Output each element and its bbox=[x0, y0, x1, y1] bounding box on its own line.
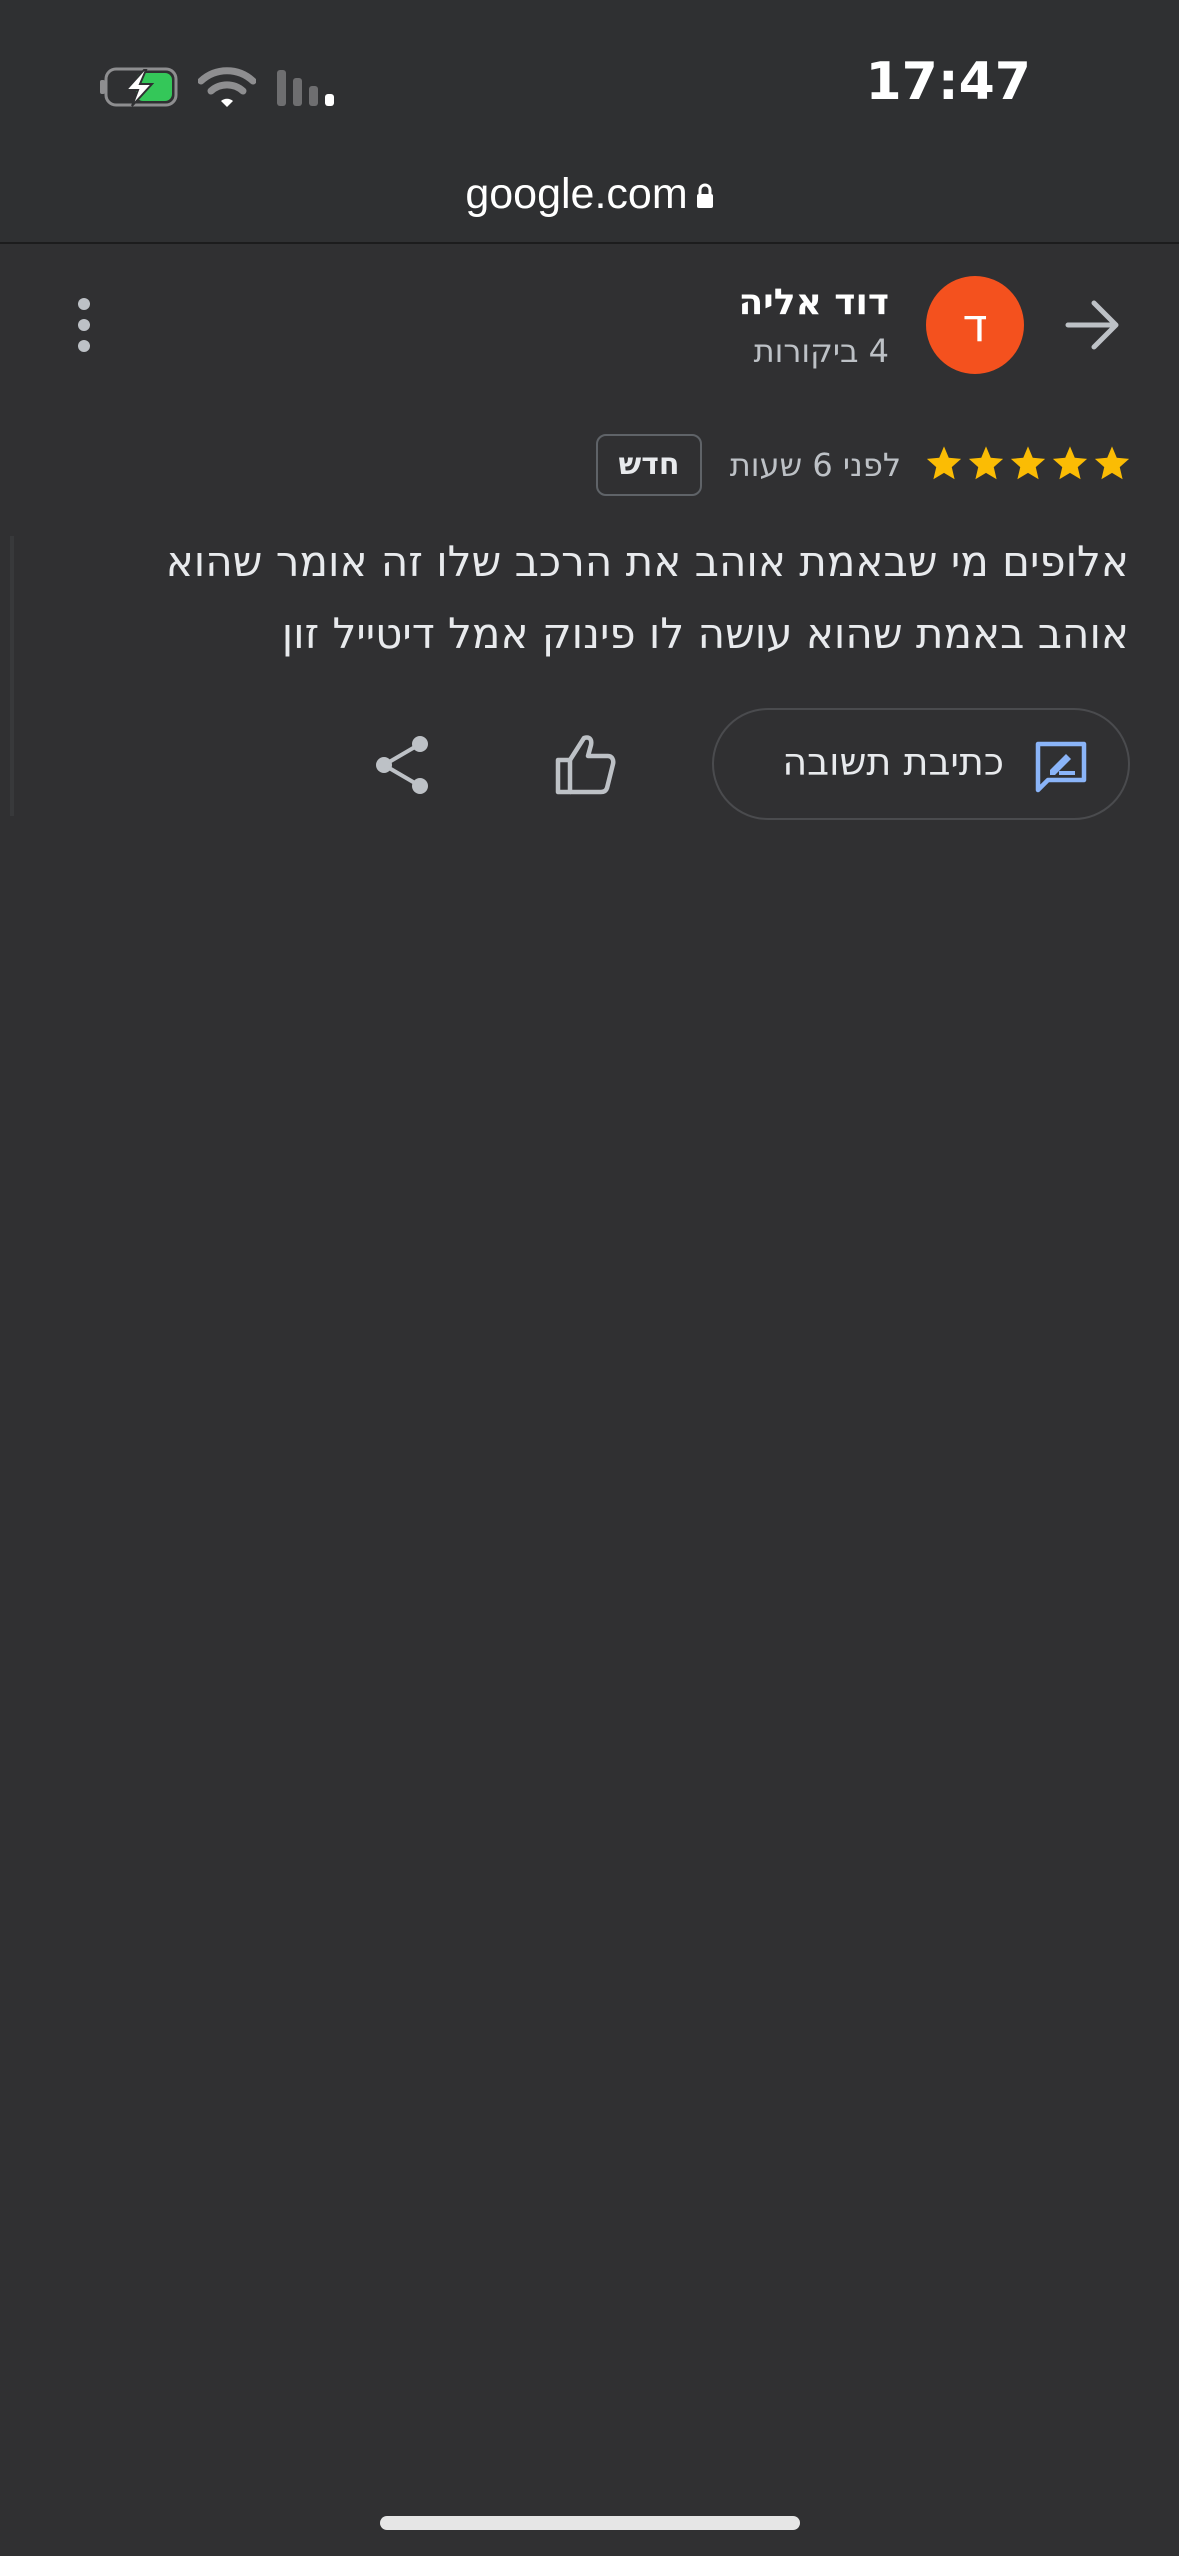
rating-row: לפני 6 שעות חדש bbox=[0, 432, 1179, 502]
address-bar[interactable]: google.com bbox=[0, 160, 1179, 244]
lock-icon bbox=[696, 183, 713, 208]
review-text: אלופים מי שבאמת אוהב את הרכב שלו זה אומר… bbox=[165, 537, 1129, 658]
status-bar: 17:47 bbox=[0, 0, 1179, 160]
write-reply-button[interactable]: כתיבת תשובה bbox=[712, 708, 1130, 820]
status-time: 17:47 bbox=[865, 52, 1031, 112]
star-icon bbox=[1094, 446, 1130, 480]
wifi-icon bbox=[198, 67, 256, 107]
arrow-forward-icon[interactable] bbox=[1064, 300, 1122, 350]
new-badge: חדש bbox=[596, 434, 702, 496]
review-actions: כתיבת תשובה bbox=[0, 706, 1179, 822]
review-time: לפני 6 שעות bbox=[729, 446, 901, 484]
rate-review-icon bbox=[1035, 741, 1087, 793]
more-vertical-icon[interactable] bbox=[68, 298, 100, 352]
write-reply-label: כתיבת תשובה bbox=[782, 740, 1004, 784]
star-icon bbox=[968, 446, 1004, 480]
home-indicator[interactable] bbox=[380, 2516, 800, 2530]
star-icon bbox=[926, 446, 962, 480]
star-icon bbox=[1010, 446, 1046, 480]
url-text[interactable]: google.com bbox=[465, 170, 687, 219]
review-header: ד דוד אליה 4 ביקורות bbox=[0, 260, 1179, 390]
avatar[interactable]: ד bbox=[926, 276, 1024, 374]
battery-charging-icon bbox=[100, 67, 178, 107]
star-icon bbox=[1052, 446, 1088, 480]
author-review-count: 4 ביקורות bbox=[753, 332, 889, 370]
share-icon[interactable] bbox=[368, 730, 438, 800]
author-name[interactable]: דוד אליה bbox=[738, 282, 889, 323]
thumb-up-icon[interactable] bbox=[550, 730, 620, 800]
star-rating bbox=[925, 444, 1131, 482]
cellular-signal-icon bbox=[277, 70, 334, 106]
